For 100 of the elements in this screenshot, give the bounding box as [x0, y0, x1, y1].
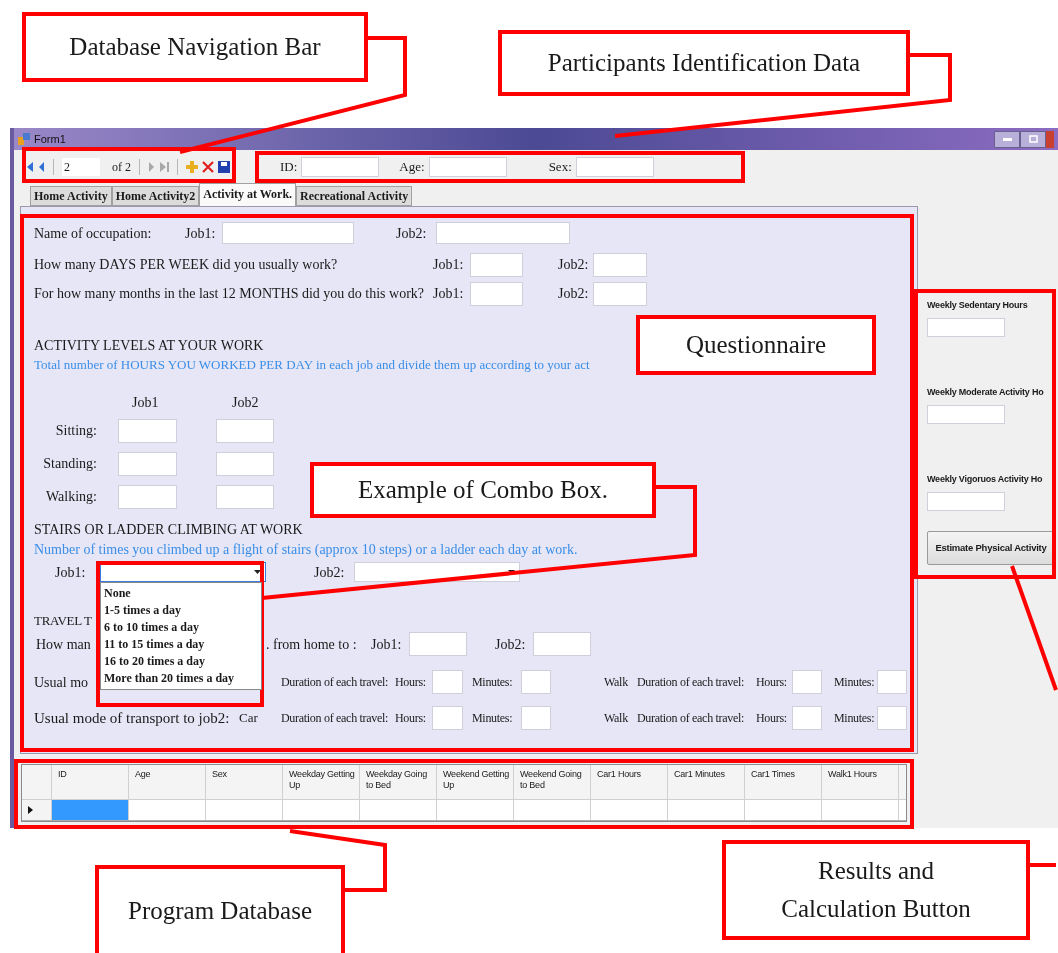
label: Job1: — [371, 635, 403, 654]
section-heading: STAIRS OR LADDER CLIMBING AT WORK — [34, 520, 303, 539]
text-field[interactable] — [533, 632, 591, 656]
label: Hours: — [395, 674, 427, 691]
label: Job1: — [433, 285, 465, 303]
label: Sex: — [548, 157, 572, 176]
label: How many DAYS PER WEEK did you usually work? — [34, 256, 339, 274]
label: Duration of each travel: — [281, 674, 390, 691]
text-field[interactable] — [792, 706, 822, 730]
text-field[interactable] — [118, 418, 177, 443]
section-heading: ACTIVITY LEVELS AT YOUR WORK — [34, 336, 264, 355]
text-field[interactable] — [521, 706, 551, 730]
text-field[interactable] — [927, 318, 1005, 337]
dropdown-option[interactable]: 16 to 20 times a day — [101, 653, 261, 670]
label: Minutes: — [472, 710, 514, 727]
dropdown-option[interactable]: 6 to 10 times a day — [101, 619, 261, 636]
label: Minutes: — [834, 674, 876, 691]
label: Hours: — [756, 710, 788, 727]
label: Job2: — [314, 563, 346, 582]
tab[interactable]: Recreational Activity — [296, 186, 413, 206]
callout: Database Navigation Bar — [22, 12, 368, 82]
label: Duration of each travel: — [637, 710, 746, 727]
text-field[interactable] — [432, 670, 463, 694]
estimate-button[interactable]: Estimate Physical Activity — [927, 531, 1055, 565]
label: Walking: — [45, 488, 97, 506]
label: For how many months in the last 12 MONTHS did you do this work? — [34, 285, 426, 303]
text-field[interactable] — [927, 405, 1005, 424]
text-field[interactable] — [927, 492, 1005, 511]
app-icon — [18, 133, 30, 145]
text-field[interactable] — [216, 418, 274, 443]
label: Car — [239, 709, 258, 728]
maximize-icon — [1028, 135, 1038, 143]
window-title: Form1 — [34, 131, 66, 147]
dropdown-option[interactable]: More than 20 times a day — [101, 670, 261, 687]
row-header[interactable] — [22, 800, 52, 820]
text-field[interactable] — [593, 281, 647, 306]
dropdown-option[interactable]: None — [101, 585, 261, 602]
text-field[interactable] — [301, 156, 380, 177]
save-icon[interactable] — [218, 160, 230, 173]
label: Minutes: — [834, 710, 876, 727]
result-label: Weekly Moderate Activity Ho — [927, 386, 1044, 400]
tab[interactable]: Home Activity — [30, 186, 112, 206]
label: Sitting: — [54, 422, 97, 440]
close-button[interactable] — [1046, 130, 1054, 148]
plus-icon[interactable] — [186, 160, 198, 173]
text-field[interactable] — [216, 451, 274, 476]
text-field[interactable] — [432, 706, 463, 730]
label: . from home to : — [266, 635, 358, 654]
text-field[interactable] — [409, 632, 467, 656]
delete-icon[interactable] — [202, 160, 214, 173]
maximize-button[interactable] — [1020, 130, 1046, 148]
tab[interactable]: Activity at Work. — [199, 183, 297, 206]
text-field[interactable] — [428, 156, 507, 177]
label: Usual mo — [34, 673, 89, 692]
label: Usual mode of transport to job2: — [34, 708, 231, 728]
tab[interactable]: Home Activity2 — [111, 186, 200, 206]
caret-icon — [508, 570, 515, 574]
label: Minutes: — [472, 674, 514, 691]
label: Duration of each travel: — [637, 674, 746, 691]
label: How man — [36, 635, 91, 654]
minimize-icon — [1002, 137, 1012, 141]
text-field[interactable] — [470, 252, 523, 277]
text-field[interactable] — [521, 670, 551, 694]
label: Job2: — [495, 635, 527, 654]
previous-icon[interactable] — [38, 160, 45, 173]
label: Job2: — [558, 256, 590, 274]
record-count: of 2 — [112, 158, 131, 176]
leader-line — [1030, 863, 1056, 867]
result-label: Weekly Vigoruos Activity Ho — [927, 473, 1043, 487]
text-field[interactable] — [222, 222, 354, 244]
minimize-button[interactable] — [994, 130, 1020, 148]
dropdown-option[interactable]: 1-5 times a day — [101, 602, 261, 619]
text-field[interactable] — [792, 670, 822, 694]
text-field[interactable] — [436, 222, 570, 244]
label: Name of occupation: — [34, 224, 153, 243]
label: Job1: — [433, 256, 465, 274]
record-position-field[interactable]: 2 — [62, 157, 100, 176]
label: Hours: — [756, 674, 788, 691]
label: Walk — [604, 674, 629, 691]
text-field[interactable] — [216, 484, 274, 509]
text-field[interactable] — [575, 156, 654, 177]
section-heading: TRAVEL T — [34, 612, 92, 631]
text-field[interactable] — [877, 706, 907, 730]
text-field[interactable] — [470, 281, 523, 306]
text-field[interactable] — [593, 252, 647, 277]
callout: Program Database — [95, 865, 345, 953]
callout: Example of Combo Box. — [310, 462, 656, 518]
text-field[interactable] — [877, 670, 907, 694]
label: Job2 — [232, 393, 259, 412]
text-field[interactable] — [118, 451, 177, 476]
result-label: Weekly Sedentary Hours — [927, 299, 1028, 313]
label: Job1 — [132, 393, 160, 412]
grid-cell[interactable] — [52, 800, 129, 820]
text-field[interactable] — [118, 484, 177, 509]
caret-icon — [254, 570, 261, 574]
callout: Results and Calculation Button — [722, 840, 1030, 940]
label: Walk — [604, 710, 629, 727]
label: ID: — [280, 157, 298, 176]
label: Duration of each travel: — [281, 710, 390, 727]
dropdown-option[interactable]: 11 to 15 times a day — [101, 636, 261, 653]
